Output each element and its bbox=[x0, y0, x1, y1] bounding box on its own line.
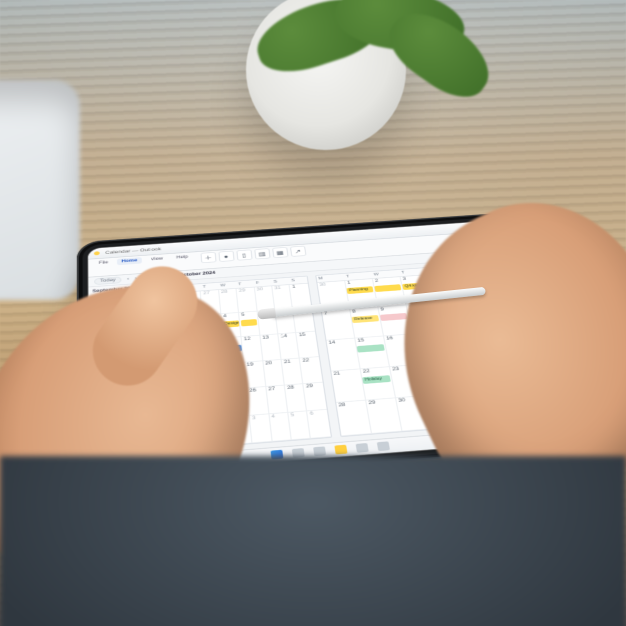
smartphone bbox=[0, 80, 80, 300]
event-bar[interactable]: Holiday bbox=[362, 375, 391, 384]
event-bar[interactable] bbox=[375, 284, 402, 292]
tab-help[interactable]: Help bbox=[171, 254, 193, 262]
day-cell[interactable]: 21 bbox=[331, 369, 366, 403]
day-cell[interactable]: 22 bbox=[300, 357, 322, 384]
day-cell[interactable]: 3 bbox=[250, 414, 272, 443]
day-cell[interactable]: 6 bbox=[307, 409, 330, 438]
settings-icon[interactable] bbox=[376, 441, 389, 451]
day-cell[interactable]: 27 bbox=[266, 385, 288, 413]
explorer-icon[interactable] bbox=[313, 446, 326, 456]
today-button[interactable]: ● bbox=[218, 251, 234, 262]
mail-icon[interactable] bbox=[355, 443, 368, 453]
app-icon bbox=[94, 251, 100, 255]
tab-file[interactable]: File bbox=[94, 259, 113, 267]
day-cell[interactable]: 29 bbox=[304, 383, 327, 411]
day-cell[interactable]: 28 bbox=[336, 401, 372, 436]
event-bar[interactable]: Planning bbox=[347, 286, 374, 294]
day-cell[interactable]: 12 bbox=[242, 336, 263, 363]
new-event-button[interactable]: ＋ bbox=[200, 252, 216, 263]
calendar-app-icon[interactable] bbox=[334, 445, 347, 455]
day-cell[interactable]: 5 bbox=[288, 411, 311, 440]
day-cell[interactable]: 26 bbox=[247, 387, 269, 415]
sweater bbox=[0, 456, 626, 626]
day-cell[interactable]: 4 bbox=[269, 412, 292, 441]
day-cell[interactable]: 28 bbox=[285, 384, 308, 412]
day-cell[interactable]: 21 bbox=[281, 358, 303, 385]
event-bar[interactable] bbox=[357, 344, 385, 352]
event-bar[interactable] bbox=[380, 313, 408, 321]
window-title: Calendar — Outlook bbox=[105, 247, 161, 255]
plant-leaves bbox=[275, 0, 495, 114]
day-cell[interactable]: 14 bbox=[326, 339, 360, 372]
tab-home[interactable]: Home bbox=[117, 257, 143, 265]
day-view-button[interactable]: ▯ bbox=[236, 250, 252, 261]
prev-month-button[interactable]: ‹ bbox=[127, 277, 129, 281]
week-view-button[interactable]: ▥ bbox=[254, 248, 270, 259]
day-cell[interactable]: 29 bbox=[366, 399, 402, 434]
day-cell[interactable]: 20 bbox=[263, 359, 285, 386]
day-cell[interactable]: 15 bbox=[355, 336, 390, 369]
day-cell[interactable]: 13 bbox=[260, 334, 281, 361]
event-bar[interactable] bbox=[240, 319, 257, 326]
day-cell[interactable]: 15 bbox=[297, 332, 319, 359]
month-view-button[interactable]: ▦ bbox=[272, 247, 288, 258]
share-button[interactable]: ↗ bbox=[290, 246, 307, 257]
today-pill[interactable]: Today bbox=[94, 277, 121, 285]
day-cell[interactable]: 22Holiday bbox=[360, 367, 395, 401]
tab-view[interactable]: View bbox=[146, 255, 168, 263]
event-bar[interactable]: Release bbox=[352, 315, 380, 323]
